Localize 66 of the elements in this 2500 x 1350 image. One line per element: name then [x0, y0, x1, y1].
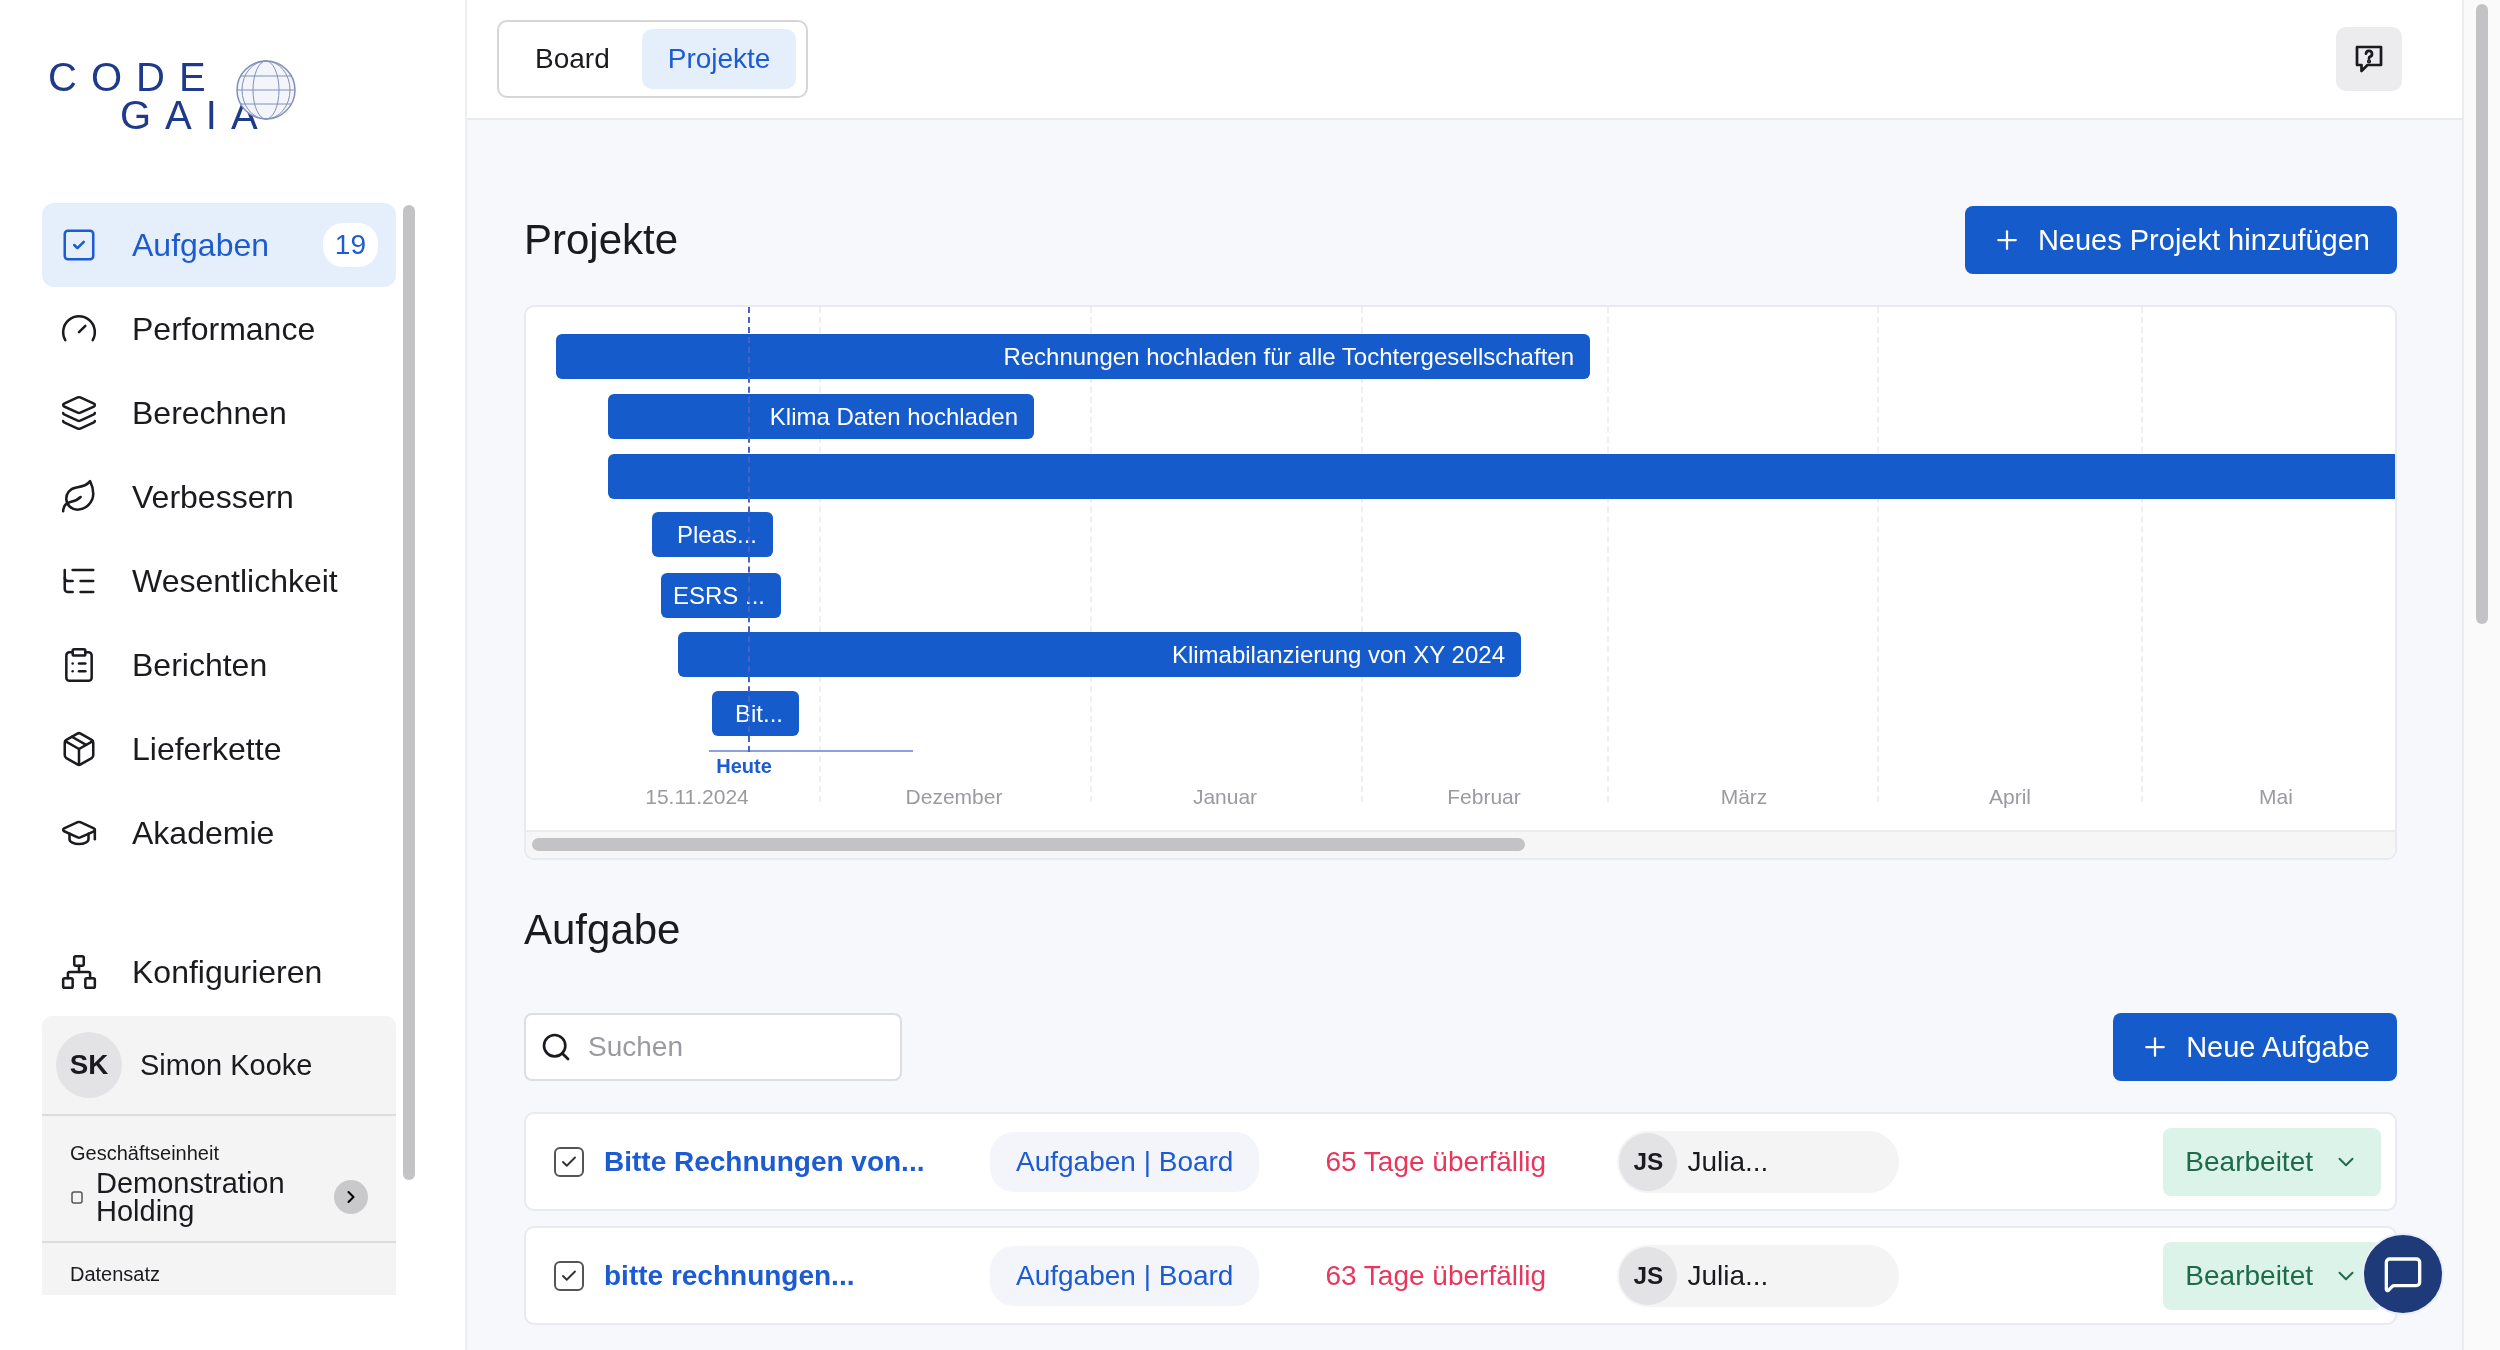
search-field[interactable]: Suchen	[524, 1013, 902, 1081]
month-label: Mai	[2259, 785, 2293, 809]
checkbox[interactable]	[554, 1146, 584, 1177]
task-row[interactable]: bitte rechnungen... Aufgaben | Board 63 Tage überfällig JS Julia... Bearbeitet	[524, 1226, 2397, 1325]
chat-icon	[2383, 1254, 2423, 1294]
date-label: 15.11.2024	[645, 785, 749, 809]
overdue-text: 63 Tage überfällig	[1325, 1259, 1547, 1292]
user-panel[interactable]: SK Simon Kooke	[42, 1016, 396, 1116]
scrollbar[interactable]	[532, 838, 1525, 851]
section-title: Projekte	[524, 216, 679, 264]
project-bar[interactable]: Rechnungen hochladen für alle Tochtergesellschaften	[556, 334, 1590, 379]
section-title: Aufgabe	[524, 905, 682, 955]
project-bar[interactable]: Klimabilanzierung von XY 2024	[678, 632, 1521, 677]
assignee-name: Julia...	[1687, 1259, 1769, 1292]
task-row[interactable]: Bitte Rechnungen von... Aufgaben | Board 65 Tage überfällig JS Julia... Bearbeitet	[524, 1112, 2397, 1211]
nav-item[interactable]: Lieferkette	[42, 707, 396, 791]
search-icon	[540, 1031, 572, 1063]
user-avatar: SK	[56, 1032, 122, 1098]
board-tag: Aufgaben | Board	[990, 1131, 1260, 1192]
checkbox[interactable]	[554, 1260, 584, 1291]
count-badge: 19	[322, 223, 378, 267]
task-title[interactable]: bitte rechnungen...	[604, 1259, 990, 1292]
nav-item[interactable]: Aufgaben 19	[42, 203, 396, 287]
project-bar[interactable]: Bit...	[712, 691, 799, 736]
month-label: März	[1720, 785, 1768, 809]
nav-item[interactable]: Verbessern	[42, 455, 396, 539]
nav-item[interactable]: Performance	[42, 287, 396, 371]
business-unit-name: Demonstration Holding	[96, 1169, 286, 1225]
status-dropdown[interactable]: Bearbeitet	[2163, 1127, 2381, 1196]
nav-item[interactable]: Konfigurieren	[42, 930, 396, 1014]
box-icon	[60, 730, 98, 768]
tab[interactable]: Board	[509, 29, 636, 89]
status-dropdown[interactable]: Bearbeitet	[2163, 1241, 2381, 1310]
nav-item[interactable]: Wesentlichkeit	[42, 539, 396, 623]
add-task-button[interactable]: Neue Aufgabe	[2113, 1013, 2397, 1081]
nav-item[interactable]: Akademie	[42, 791, 396, 875]
assignee-avatar: JS	[1619, 1132, 1678, 1191]
business-unit-panel[interactable]: Geschäftseinheit Demonstration Holding	[42, 1116, 396, 1243]
help-button[interactable]	[2336, 27, 2402, 91]
dataset-panel[interactable]: Datensatz	[42, 1243, 396, 1295]
user-name: Simon Kooke	[140, 1048, 313, 1082]
scrollbar[interactable]	[2476, 4, 2488, 624]
month-label: Februar	[1447, 785, 1521, 809]
assignee-avatar: JS	[1619, 1246, 1678, 1305]
task-title[interactable]: Bitte Rechnungen von...	[604, 1145, 990, 1178]
scrollbar[interactable]	[403, 205, 415, 1180]
today-label: Heute	[716, 755, 772, 778]
tab[interactable]: Projekte	[641, 29, 797, 89]
project-bar[interactable]: Klima Daten hochladen	[608, 394, 1034, 439]
chevron-button[interactable]	[334, 1180, 368, 1214]
layers-icon	[60, 394, 98, 432]
overdue-text: 65 Tage überfällig	[1325, 1145, 1547, 1178]
project-bar[interactable]: Pleas...	[652, 512, 773, 557]
nav-item[interactable]: Berichten	[42, 623, 396, 707]
month-label: April	[1989, 785, 2031, 809]
building-icon	[70, 1190, 84, 1204]
add-project-button[interactable]: Neues Projekt hinzufügen	[1964, 206, 2397, 274]
board-tag: Aufgaben | Board	[990, 1245, 1260, 1306]
hierarchy-icon	[60, 953, 98, 991]
nav-item[interactable]: Berechnen	[42, 371, 396, 455]
month-label: Januar	[1192, 785, 1258, 809]
assignee-name: Julia...	[1687, 1145, 1769, 1178]
field-label: Datensatz	[70, 1263, 162, 1286]
checkbox-icon	[60, 226, 98, 264]
field-label: Geschäftseinheit	[70, 1142, 220, 1165]
month-label: Dezember	[905, 785, 1003, 809]
